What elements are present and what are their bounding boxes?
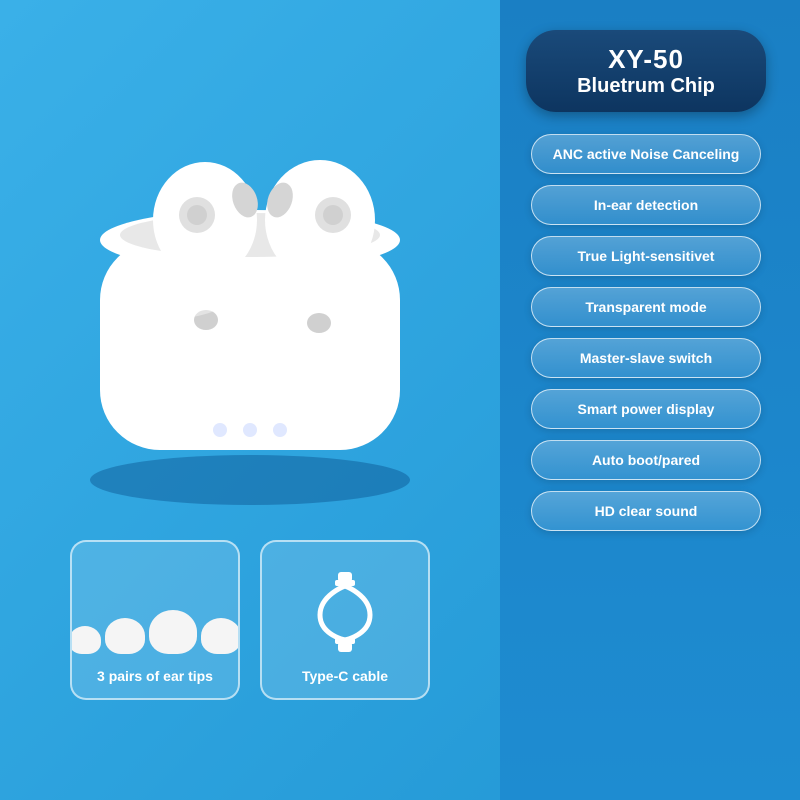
title-line2: Bluetrum Chip xyxy=(556,75,736,98)
earbuds-image-area xyxy=(40,50,460,530)
ear-tips-box: 3 pairs of ear tips xyxy=(70,540,240,700)
feature-pill-0: ANC active Noise Canceling xyxy=(531,134,761,174)
accessories-row: 3 pairs of ear tips Type-C cable xyxy=(40,540,460,700)
cable-box: Type-C cable xyxy=(260,540,430,700)
cable-label: Type-C cable xyxy=(302,668,388,684)
left-panel: 3 pairs of ear tips Type-C cable xyxy=(0,0,500,800)
feature-pill-3: Transparent mode xyxy=(531,287,761,327)
cable-svg xyxy=(305,570,385,660)
title-badge: XY-50 Bluetrum Chip xyxy=(526,30,766,112)
feature-pill-4: Master-slave switch xyxy=(531,338,761,378)
main-container: 3 pairs of ear tips Type-C cable xyxy=(0,0,800,800)
feature-pill-7: HD clear sound xyxy=(531,491,761,531)
title-line1: XY-50 xyxy=(556,44,736,75)
ear-tips-label: 3 pairs of ear tips xyxy=(97,668,213,684)
earbuds-svg xyxy=(50,60,450,520)
right-panel: XY-50 Bluetrum Chip ANC active Noise Can… xyxy=(500,0,800,800)
feature-pill-1: In-ear detection xyxy=(531,185,761,225)
feature-pill-2: True Light-sensitivet xyxy=(531,236,761,276)
feature-pill-6: Auto boot/pared xyxy=(531,440,761,480)
feature-pill-5: Smart power display xyxy=(531,389,761,429)
